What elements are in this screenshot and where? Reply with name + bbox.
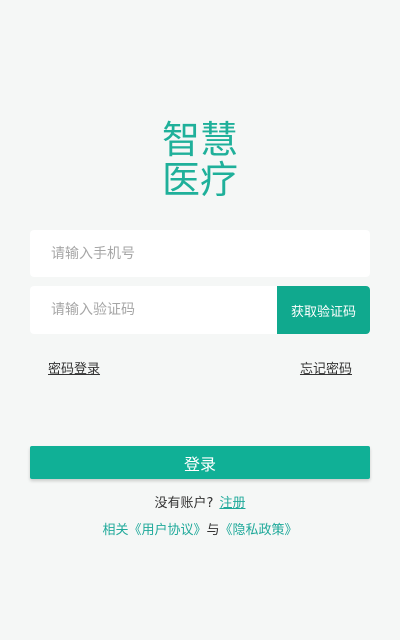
login-button[interactable]: 登录	[30, 446, 370, 479]
forgot-password-link[interactable]: 忘记密码	[300, 358, 352, 377]
privacy-policy-link[interactable]: 《隐私政策》	[220, 523, 298, 538]
register-link[interactable]: 注册	[219, 496, 245, 511]
verification-code-field: 获取验证码	[30, 286, 370, 334]
password-login-link[interactable]: 密码登录	[48, 358, 100, 377]
verification-code-input[interactable]	[30, 286, 276, 334]
app-logo: 智慧 医疗	[0, 120, 400, 200]
phone-field	[30, 230, 370, 277]
logo-line-1: 智慧	[161, 118, 238, 162]
agreement-conjunction: 与	[206, 523, 220, 538]
logo-line-2: 医疗	[161, 158, 238, 202]
agreement-row: 相关《用户协议》与《隐私政策》	[0, 519, 400, 538]
register-row: 没有账户? 注册	[0, 492, 400, 511]
get-code-button[interactable]: 获取验证码	[277, 286, 370, 334]
user-agreement-link[interactable]: 《用户协议》	[128, 523, 206, 538]
register-prompt: 没有账户?	[154, 496, 214, 511]
phone-input[interactable]	[30, 230, 370, 277]
agreement-prefix: 相关	[102, 523, 129, 538]
